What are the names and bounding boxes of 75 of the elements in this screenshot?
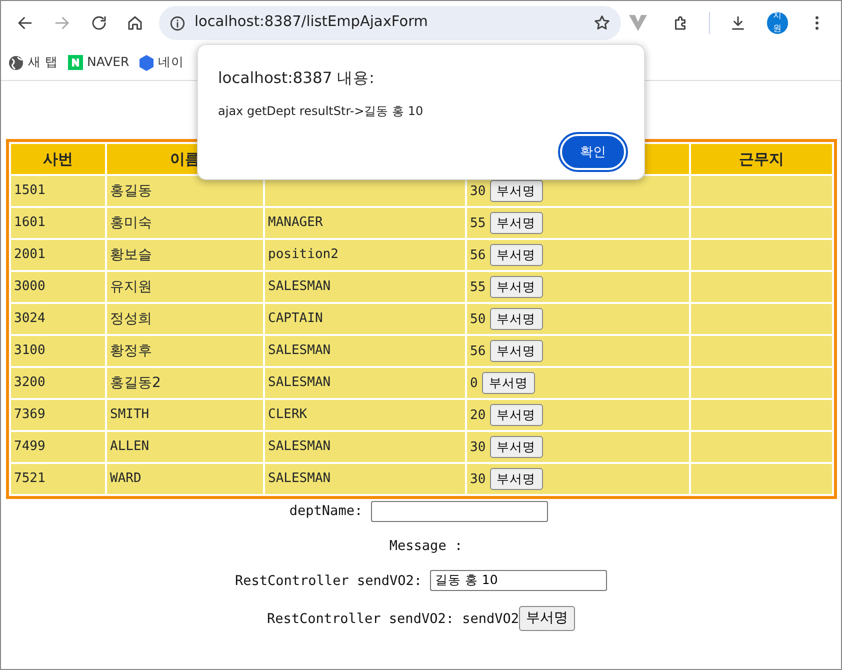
bookmark[interactable]: 새 탭: [5, 51, 61, 74]
table-cell: SALESMAN: [265, 336, 465, 366]
table-cell: 황보슬: [107, 240, 263, 270]
table-cell: 7499: [11, 432, 105, 462]
send-vo2-field[interactable]: 길동 홍 10: [430, 570, 607, 592]
table-cell: 56: [470, 248, 486, 263]
dept-name-button[interactable]: 부서명: [490, 180, 543, 202]
dept-name-button[interactable]: 부서명: [490, 340, 543, 362]
column-header: 사번: [11, 144, 105, 174]
url-text: localhost:8387/listEmpAjaxForm: [194, 13, 429, 32]
n-logo-icon: [68, 55, 83, 70]
table-cell: 30: [470, 472, 486, 487]
back-icon[interactable]: [16, 14, 34, 32]
ok-button[interactable]: 확인: [560, 134, 626, 170]
table-cell: position2: [265, 240, 465, 270]
home-icon[interactable]: [126, 14, 144, 32]
table-cell: 7521: [11, 464, 105, 494]
table-cell: 홍미숙: [107, 208, 263, 238]
result-text: RestController sendVO2: sendVO2: [267, 610, 519, 629]
table-cell: 황정후: [107, 336, 263, 366]
dept-name-button[interactable]: 부서명: [482, 372, 535, 394]
table-cell: WARD: [107, 464, 263, 494]
table-cell: 20: [470, 408, 486, 423]
table-cell: 56: [470, 344, 486, 359]
dept-name-button[interactable]: 부서명: [490, 244, 543, 266]
reload-icon[interactable]: [90, 14, 108, 32]
dept-name-button[interactable]: 부서명: [518, 606, 575, 632]
address-bar[interactable]: localhost:8387/listEmpAjaxForm: [159, 6, 621, 40]
table-cell: 30: [470, 440, 486, 455]
table-cell: SALESMAN: [265, 432, 465, 462]
message-label: Message :: [389, 537, 463, 556]
table-cell: 3200: [11, 368, 105, 398]
dept-name-button[interactable]: 부서명: [490, 436, 543, 458]
profile-avatar[interactable]: 지원: [766, 12, 788, 34]
table-cell: CAPTAIN: [265, 304, 465, 334]
table-cell: 3024: [11, 304, 105, 334]
table-cell: 정성희: [107, 304, 263, 334]
table-cell: 1601: [11, 208, 105, 238]
dept-name-button[interactable]: 부서명: [490, 468, 543, 490]
table-cell: 3100: [11, 336, 105, 366]
info-icon: [169, 14, 186, 32]
table-cell: 7369: [11, 400, 105, 430]
dialog-title: localhost:8387 내용:: [218, 68, 376, 89]
table-cell: 2001: [11, 240, 105, 270]
table-cell: 1501: [11, 176, 105, 206]
table-cell: SALESMAN: [265, 464, 465, 494]
table-cell: 30: [470, 184, 486, 199]
table-cell: 55: [470, 280, 486, 295]
table-cell: 홍길동: [107, 176, 263, 206]
dept-name-button[interactable]: 부서명: [490, 404, 543, 426]
table-cell: 0: [470, 376, 478, 391]
table-cell: CLERK: [265, 400, 465, 430]
dept-name-button[interactable]: 부서명: [490, 212, 543, 234]
table-cell: 55: [470, 216, 486, 231]
table-cell: 홍길동2: [107, 368, 263, 398]
table-cell: 3000: [11, 272, 105, 302]
table-cell: ALLEN: [107, 432, 263, 462]
bookmark[interactable]: NAVER: [64, 51, 132, 74]
table-cell: 유지원: [107, 272, 263, 302]
table-cell: 50: [470, 312, 486, 327]
column-header: 근무지: [691, 144, 832, 174]
table-cell: SALESMAN: [265, 272, 465, 302]
star-icon[interactable]: [592, 14, 611, 32]
field-label: RestController sendVO2:: [235, 572, 422, 591]
dept-name-field[interactable]: [370, 501, 548, 522]
hexagon-icon: [139, 54, 154, 70]
dialog-message: ajax getDept resultStr->길동 홍 10: [218, 103, 424, 120]
dept-name-button[interactable]: 부서명: [490, 276, 543, 298]
dept-name-button[interactable]: 부서명: [490, 308, 543, 330]
table-cell: SMITH: [107, 400, 263, 430]
field-label: deptName:: [289, 502, 363, 522]
globe-icon: [8, 54, 24, 70]
table-cell: MANAGER: [265, 208, 465, 238]
bookmark[interactable]: 네이: [136, 51, 188, 74]
table-cell: SALESMAN: [265, 368, 465, 398]
